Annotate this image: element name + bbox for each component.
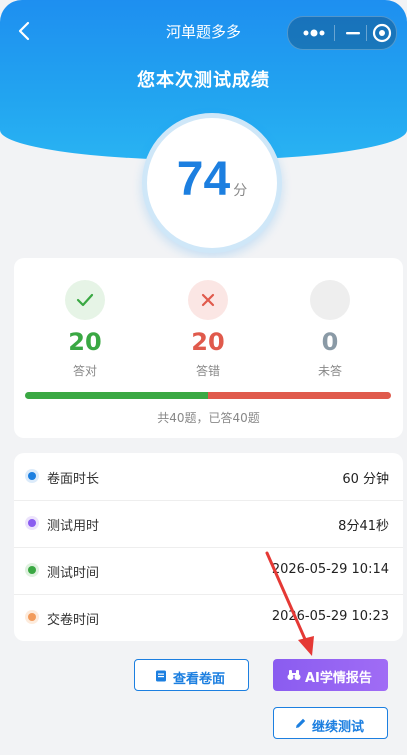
dot-icon [28, 519, 36, 527]
more-button[interactable] [300, 17, 330, 49]
info-value: 60 分钟 [342, 472, 389, 487]
wrong-badge [188, 280, 228, 320]
view-paper-button[interactable]: 查看卷面 [134, 659, 249, 691]
stat-unanswered: 0 未答 [285, 280, 375, 379]
stats-card: 20 答对 20 答错 0 未答 共40题，已答40题 [14, 258, 403, 438]
score-value: 74 [176, 153, 231, 206]
document-icon [156, 670, 166, 682]
app-frame: 河单题多多 您本次测试成绩 74 分 20 答对 20 答错 0 未答 共40题… [0, 0, 407, 755]
info-value: 8分41秒 [338, 519, 389, 534]
ai-report-button[interactable]: AI学情报告 [273, 659, 388, 691]
wrong-segment [208, 392, 391, 399]
dot-icon [28, 566, 36, 574]
info-label: 测试用时 [47, 519, 100, 534]
answer-progress-bar [25, 392, 391, 399]
correct-badge [65, 280, 105, 320]
continue-test-button[interactable]: 继续测试 [273, 707, 388, 739]
minimize-button[interactable] [340, 17, 366, 49]
info-row-time-used: 测试用时 8分41秒 [14, 500, 403, 548]
continue-test-label: 继续测试 [312, 720, 365, 735]
wrong-count: 20 [191, 328, 225, 356]
cross-icon [201, 293, 215, 307]
red-arrow-icon [265, 551, 314, 656]
stat-wrong: 20 答错 [163, 280, 253, 379]
capsule-divider [366, 25, 367, 41]
capsule-divider [334, 25, 335, 41]
correct-segment [25, 392, 208, 399]
correct-label: 答对 [72, 364, 97, 378]
pencil-icon [296, 718, 306, 728]
answer-summary: 共40题，已答40题 [157, 411, 260, 425]
info-card: 卷面时长 60 分钟 测试用时 8分41秒 测试时间 2026-05-29 10… [14, 453, 403, 641]
more-dots-icon [303, 29, 325, 37]
wrong-label: 答错 [195, 364, 220, 378]
view-paper-label: 查看卷面 [173, 672, 226, 687]
unanswered-label: 未答 [317, 364, 342, 378]
check-icon [76, 293, 94, 307]
target-circle-icon [372, 23, 392, 43]
dot-icon [28, 613, 36, 621]
stat-correct: 20 答对 [40, 280, 130, 379]
page-title: 您本次测试成绩 [137, 70, 270, 91]
info-label: 卷面时长 [47, 472, 100, 487]
dot-icon [28, 472, 36, 480]
info-label: 交卷时间 [47, 613, 100, 628]
correct-count: 20 [68, 328, 102, 356]
score-circle: 74 分 [142, 113, 282, 253]
close-button[interactable] [368, 17, 396, 49]
info-row-duration: 卷面时长 60 分钟 [14, 453, 403, 501]
info-row-submit-time: 交卷时间 2026-05-29 10:23 [14, 594, 403, 641]
unanswered-badge [310, 280, 350, 320]
info-label: 测试时间 [47, 566, 100, 581]
binoculars-icon [287, 670, 301, 680]
mini-program-capsule [287, 16, 397, 50]
ai-report-label: AI学情报告 [305, 671, 372, 686]
unanswered-count: 0 [321, 328, 339, 356]
minimize-icon [346, 32, 360, 35]
info-row-test-time: 测试时间 2026-05-29 10:14 [14, 547, 403, 595]
nav-bar: 河单题多多 [0, 12, 407, 52]
score-unit: 分 [233, 183, 248, 199]
